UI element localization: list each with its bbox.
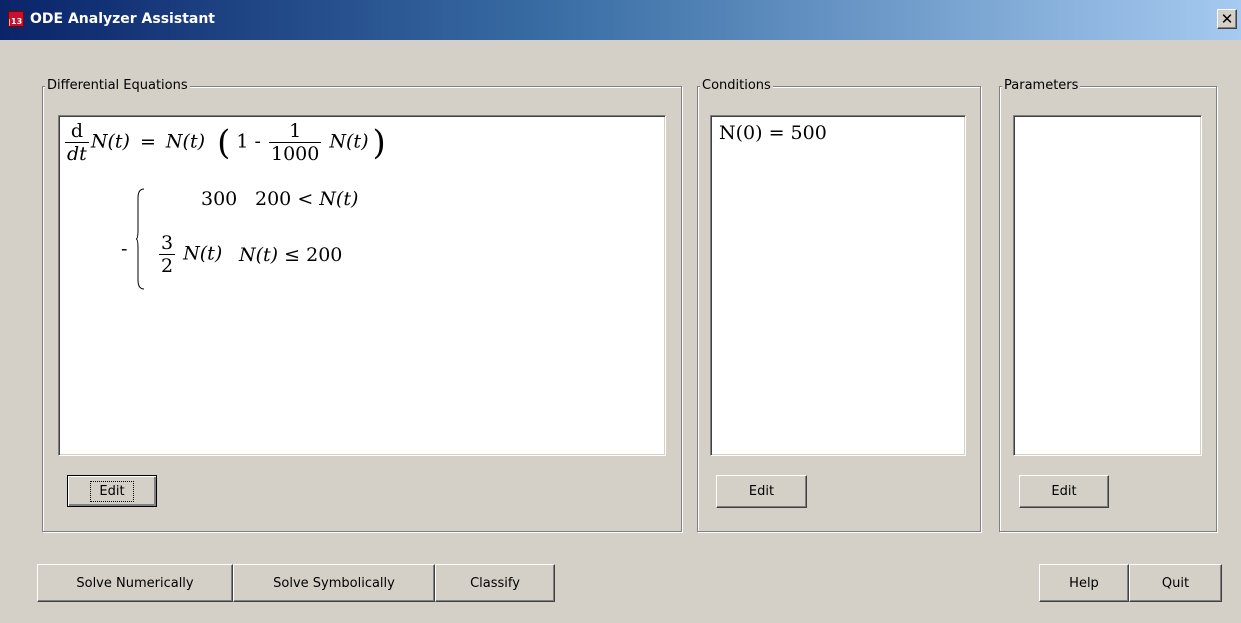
piecewise-minus: -	[121, 238, 128, 260]
rhs-n-of-t: N(t)	[165, 130, 206, 153]
maple-13-icon[interactable]: 13	[8, 11, 24, 27]
case2-numerator: 3	[161, 232, 174, 254]
edit-equations-label: Edit	[90, 480, 134, 502]
case1-n-of-t: N(t)	[319, 188, 359, 210]
equals-sign: =	[139, 130, 156, 153]
close-button[interactable]: ✕	[1217, 9, 1237, 29]
case2-value: 3 2 N(t)	[157, 232, 222, 277]
quit-button[interactable]: Quit	[1129, 564, 1222, 602]
case2-n-of-t: N(t)	[183, 242, 223, 265]
derivative-operator: d dt	[65, 120, 89, 165]
case1-condition: 200 < N(t)	[255, 188, 358, 210]
less-than-sign: <	[297, 188, 314, 210]
case1-value: 300	[201, 188, 238, 210]
capacity-denominator: 1000	[268, 142, 322, 165]
help-button[interactable]: Help	[1039, 564, 1129, 602]
case1-threshold: 200	[255, 188, 292, 210]
solve-numerically-button[interactable]: Solve Numerically	[37, 564, 233, 602]
edit-parameters-button[interactable]: Edit	[1019, 475, 1109, 508]
conditions-display[interactable]: N(0) = 500	[710, 115, 966, 456]
d-numerator: d	[70, 120, 83, 142]
capacity-fraction: 1 1000	[268, 120, 322, 165]
case2-threshold: 200	[306, 244, 343, 266]
inner-n-of-t: N(t)	[329, 130, 369, 153]
lhs-n-of-t: N(t)	[90, 130, 130, 153]
one-minus: 1 -	[236, 130, 261, 153]
capacity-numerator: 1	[289, 120, 302, 142]
classify-button[interactable]: Classify	[435, 564, 555, 602]
equations-display[interactable]: d dt N(t) = N(t) ( 1 - 1 1000 N(t)) - 30…	[58, 115, 666, 456]
conditions-legend: Conditions	[700, 78, 773, 94]
differential-equations-legend: Differential Equations	[45, 78, 190, 94]
title-bar: 13 ODE Analyzer Assistant ✕	[0, 0, 1241, 40]
case2-denominator: 2	[159, 254, 176, 277]
piecewise-brace	[135, 188, 145, 290]
solve-symbolically-button[interactable]: Solve Symbolically	[233, 564, 435, 602]
case2-condition: N(t) ≤ 200	[239, 244, 342, 266]
window-title: ODE Analyzer Assistant	[30, 11, 215, 27]
condition-item: N(0) = 500	[719, 122, 827, 144]
parameters-display[interactable]	[1013, 115, 1202, 456]
edit-conditions-button[interactable]: Edit	[716, 475, 807, 508]
dt-denominator: dt	[67, 143, 87, 165]
parameters-legend: Parameters	[1002, 78, 1081, 94]
less-equal-sign: ≤	[284, 244, 301, 266]
edit-equations-button[interactable]: Edit	[67, 475, 157, 507]
case2-cond-n-of-t: N(t)	[239, 244, 279, 266]
